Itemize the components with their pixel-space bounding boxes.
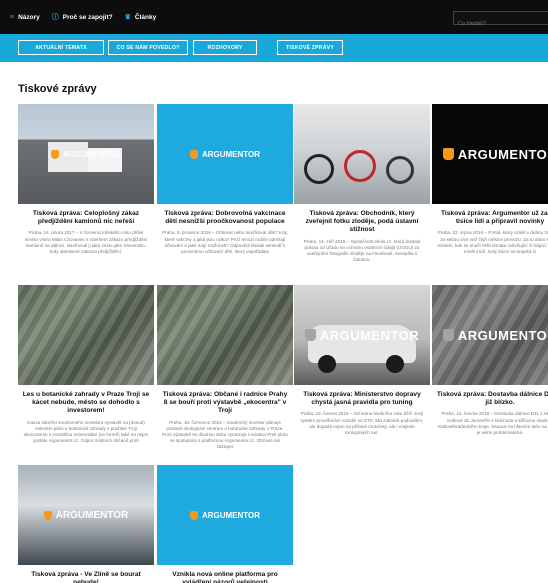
search-input[interactable]: [454, 18, 548, 30]
article-card[interactable]: Tisková zpráva: Občané i radnice Prahy 8…: [157, 285, 293, 451]
article-excerpt: Praha, 18. července 2016 – Soukromý inve…: [162, 419, 288, 450]
article-image: ARGUMENTOR: [157, 465, 293, 565]
article-card[interactable]: ARGUMENTOR Tisková zpráva: Celoplošný zá…: [18, 104, 154, 255]
article-card[interactable]: ARGUMENTOR Tisková zpráva: Argumentor už…: [432, 104, 548, 255]
article-image: [294, 104, 430, 204]
article-image: [157, 285, 293, 385]
top-bar: ≡ Názory ⓘ Proč se zapojit? ♛ Články: [0, 0, 548, 34]
shield-icon: [442, 329, 454, 341]
brand-logo: ARGUMENTOR: [18, 465, 154, 565]
top-nav: ≡ Názory ⓘ Proč se zapojit? ♛ Články: [10, 12, 156, 22]
brand-logo: ARGUMENTOR: [432, 104, 548, 204]
article-excerpt: Praha, 14. února 2017 – V červenci loňsk…: [24, 230, 148, 255]
wheel-shape: [304, 154, 334, 184]
article-card[interactable]: ARGUMENTOR Tisková zpráva - Ve Zlíně se …: [18, 465, 154, 583]
brand-name: ARGUMENTOR: [201, 149, 261, 159]
category-aktualni-temata[interactable]: AKTUÁLNÍ TÉMATA: [18, 40, 104, 55]
article-title: Tisková zpráva: Občané i radnice Prahy 8…: [162, 391, 288, 415]
brand-name: ARGUMENTOR: [457, 327, 548, 343]
nav-label: Názory: [18, 13, 40, 21]
wheel-shape: [386, 156, 414, 184]
category-co-se-nam-povedlo[interactable]: CO SE NÁM POVEDLO?: [108, 40, 188, 55]
brand-name: ARGUMENTOR: [62, 149, 122, 159]
brand-logo: ARGUMENTOR: [157, 465, 293, 565]
category-tiskove-zpravy[interactable]: TISKOVÉ ZPRÁVY: [277, 40, 343, 55]
article-card[interactable]: ARGUMENTOR Vznikla nová online platforma…: [157, 465, 293, 583]
article-title: Les u botanické zahrady v Praze Troji se…: [22, 391, 150, 415]
crown-icon: ♛: [124, 14, 131, 21]
article-title: Tisková zpráva: Celoplošný zákaz předjíž…: [32, 210, 140, 226]
article-title: Tisková zpráva: Obchodník, který zveřejn…: [305, 210, 419, 234]
shield-icon: [189, 149, 198, 159]
wheel-shape: [344, 150, 376, 182]
article-excerpt: Kauza záměru soukromého investora vystav…: [23, 419, 149, 444]
brand-logo: ARGUMENTOR: [432, 285, 548, 385]
article-image: [18, 285, 154, 385]
article-title: Tisková zpráva: Argumentor už zaujal tis…: [441, 210, 548, 226]
brand-logo: ARGUMENTOR: [18, 104, 154, 204]
article-title: Vznikla nová online platforma pro vyjádř…: [172, 571, 278, 583]
article-image: ARGUMENTOR: [18, 104, 154, 204]
article-image: ARGUMENTOR: [432, 104, 548, 204]
nav-label: Články: [134, 13, 157, 21]
shield-icon: [189, 510, 198, 520]
article-title: Tisková zpráva - Ve Zlíně se bourat nebu…: [31, 571, 141, 583]
article-card[interactable]: ARGUMENTOR Tisková zpráva: Ministerstvo …: [294, 285, 430, 436]
shield-icon: [442, 148, 454, 160]
nav-label: Proč se zapojit?: [62, 13, 113, 21]
article-card[interactable]: ARGUMENTOR Tisková zpráva: Dostavba dáln…: [432, 285, 548, 436]
brand-name: ARGUMENTOR: [319, 327, 420, 343]
article-image: ARGUMENTOR: [294, 285, 430, 385]
article-excerpt: Praha, 22. srpna 2016 – Portál, který vz…: [437, 230, 548, 255]
article-excerpt: Praha, 5. prosince 2016 – Očkovat nebo n…: [162, 230, 288, 255]
brand-name: ARGUMENTOR: [457, 146, 548, 162]
article-image: ARGUMENTOR: [18, 465, 154, 565]
search-box: [453, 11, 548, 30]
category-bar: AKTUÁLNÍ TÉMATA CO SE NÁM POVEDLO? ROZHO…: [0, 34, 548, 62]
brand-logo: ARGUMENTOR: [294, 285, 430, 385]
brand-logo: ARGUMENTOR: [157, 104, 293, 204]
article-title: Tisková zpráva: Dostavba dálnice D11 je …: [436, 391, 548, 407]
page-title: Tiskové zprávy: [18, 83, 97, 95]
article-card[interactable]: ARGUMENTOR Tisková zpráva: Dobrovolná va…: [157, 104, 293, 255]
article-card[interactable]: Les u botanické zahrady v Praze Troji se…: [18, 285, 154, 444]
article-excerpt: Praha, 14. září 2016 – Společnost ekolo.…: [303, 238, 421, 263]
nav-item-proc-se-zapojit[interactable]: ⓘ Proč se zapojit?: [52, 12, 113, 22]
article-card[interactable]: Tisková zpráva: Obchodník, který zveřejn…: [294, 104, 430, 263]
info-icon: ⓘ: [51, 14, 59, 21]
article-excerpt: Praha, 23. června 2016 – Od ledna letošn…: [300, 411, 424, 436]
article-title: Tisková zpráva: Dobrovolná vakcinace dět…: [164, 210, 286, 226]
article-image: ARGUMENTOR: [157, 104, 293, 204]
nav-item-nazory[interactable]: ≡ Názory: [10, 14, 40, 21]
brand-name: ARGUMENTOR: [55, 509, 129, 521]
article-image: ARGUMENTOR: [432, 285, 548, 385]
shield-icon: [304, 329, 316, 341]
list-icon: ≡: [10, 13, 15, 21]
category-rozhovory[interactable]: ROZHOVORY: [193, 40, 257, 55]
shield-icon: [43, 510, 52, 520]
shield-icon: [50, 149, 59, 159]
article-title: Tisková zpráva: Ministerstvo dopravy chy…: [303, 391, 421, 407]
article-excerpt: Praha, 14. června 2016 – Dostavba dálnic…: [437, 411, 548, 436]
nav-item-clanky[interactable]: ♛ Články: [124, 13, 157, 22]
brand-name: ARGUMENTOR: [201, 510, 261, 520]
